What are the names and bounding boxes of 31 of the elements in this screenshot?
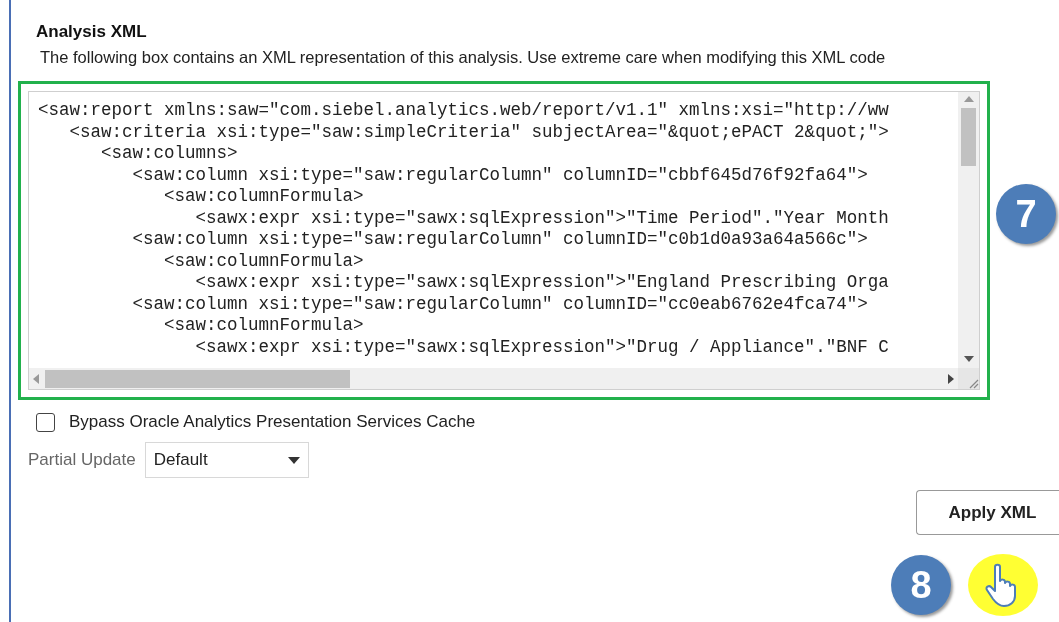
xml-code-line: <saw:columns> bbox=[100, 143, 239, 165]
xml-code-line: <sawx:expr xsi:type="sawx:sqlExpression">"Time Period"."Year Month bbox=[194, 207, 890, 229]
step-number-badge: 8 bbox=[891, 555, 951, 615]
partial-update-dropdown[interactable]: Default bbox=[144, 442, 309, 478]
horizontal-scrollbar[interactable] bbox=[29, 368, 958, 389]
apply-xml-button[interactable]: Apply XML bbox=[916, 490, 1059, 535]
scroll-thumb[interactable] bbox=[961, 108, 976, 166]
checkbox[interactable] bbox=[36, 412, 55, 432]
step-number-badge: 7 bbox=[996, 184, 1056, 244]
checkbox-label: Bypass Oracle Analytics Presentation Services Cache bbox=[69, 412, 476, 432]
resize-grip-icon[interactable] bbox=[967, 377, 979, 389]
scroll-thumb[interactable] bbox=[45, 369, 350, 388]
scroll-down-icon[interactable] bbox=[963, 356, 974, 362]
xml-code-line: <saw:criteria xsi:type="saw:simpleCriteria" subjectArea="&quot;ePACT 2&quot;"> bbox=[68, 121, 890, 143]
xml-code-line: <saw:report xmlns:saw="com.siebel.analytics.web/report/v1.1" xmlns:xsi="http://ww bbox=[38, 100, 890, 122]
xml-code-line: <saw:columnFormula> bbox=[163, 186, 365, 208]
xml-code-line: <saw:column xsi:type="saw:regularColumn" columnID="c0b1d0a93a64a566c"> bbox=[131, 229, 869, 251]
xml-code-line: <sawx:expr xsi:type="sawx:sqlExpression">"Drug / Appliance"."BNF C bbox=[194, 336, 890, 358]
scroll-right-icon[interactable] bbox=[948, 373, 954, 384]
vertical-scrollbar[interactable] bbox=[958, 92, 979, 368]
xml-code-line: <saw:column xsi:type="saw:regularColumn" columnID="cc0eab6762e4fca74"> bbox=[131, 293, 869, 315]
section-title: Analysis XML bbox=[36, 22, 148, 42]
field-label: Partial Update bbox=[28, 450, 136, 470]
scroll-left-icon[interactable] bbox=[33, 373, 39, 384]
xml-code-line: <sawx:expr xsi:type="sawx:sqlExpression">"England Prescribing Orga bbox=[194, 272, 890, 294]
xml-code-line: <saw:columnFormula> bbox=[163, 315, 365, 337]
section-description: The following box contains an XML representation of this analysis. Use extreme care when modifying this XML code bbox=[40, 48, 887, 67]
scroll-up-icon[interactable] bbox=[963, 96, 974, 102]
xml-code-line: <saw:column xsi:type="saw:regularColumn" columnID="cbbf645d76f92fa64"> bbox=[131, 164, 869, 186]
caret-icon bbox=[287, 456, 300, 464]
xml-code-line: <saw:columnFormula> bbox=[163, 250, 365, 272]
